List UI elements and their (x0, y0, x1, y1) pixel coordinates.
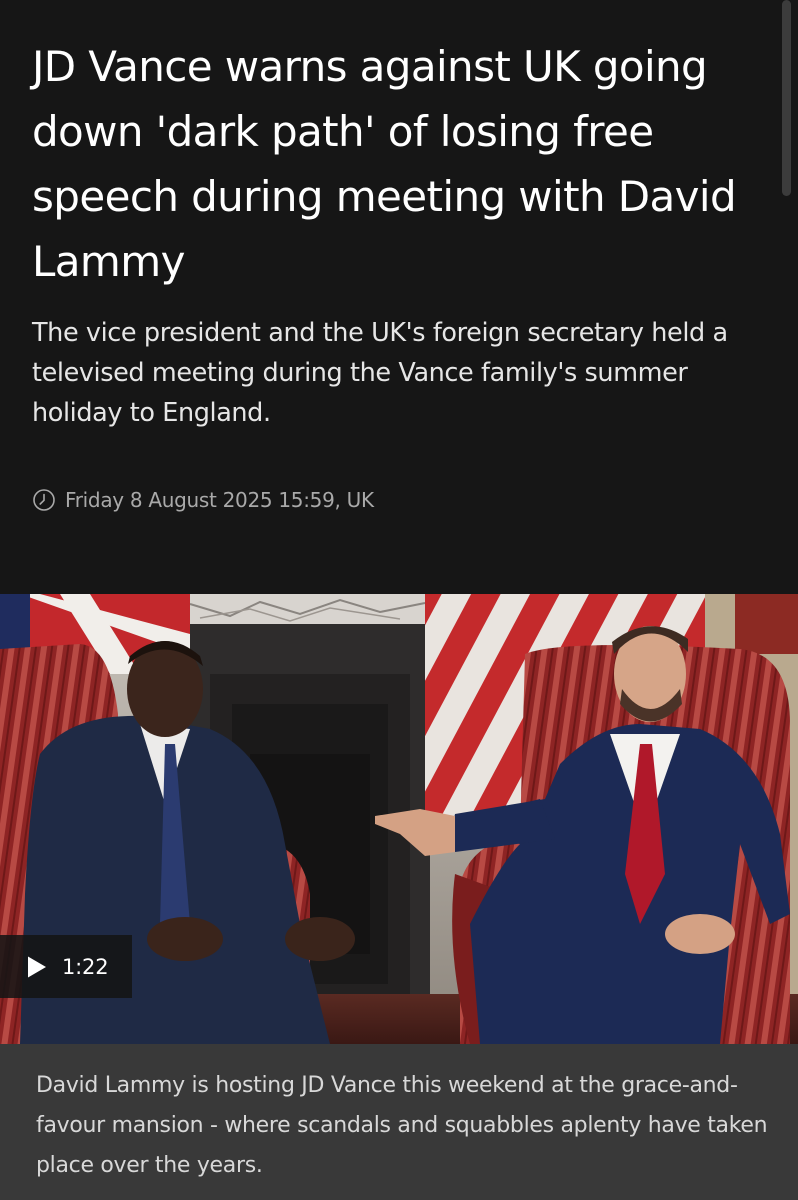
standfirst: The vice president and the UK's foreign … (32, 318, 728, 428)
timestamp-text: Friday 8 August 2025 15:59, UK (65, 488, 374, 512)
video-caption: David Lammy is hosting JD Vance this wee… (36, 1073, 768, 1178)
video-player[interactable]: 1:22 (0, 594, 798, 1044)
video-caption-box: David Lammy is hosting JD Vance this wee… (0, 1044, 798, 1200)
timestamp: Friday 8 August 2025 15:59, UK (32, 488, 374, 512)
scrollbar-thumb[interactable] (782, 0, 791, 196)
headline: JD Vance warns against UK going down 'da… (32, 42, 737, 286)
scrollbar[interactable] (782, 0, 794, 594)
article-header: JD Vance warns against UK going down 'da… (0, 0, 798, 594)
clock-icon (33, 489, 55, 511)
video-duration: 1:22 (62, 954, 109, 979)
play-icon (28, 956, 46, 977)
video-duration-badge[interactable]: 1:22 (0, 935, 132, 998)
